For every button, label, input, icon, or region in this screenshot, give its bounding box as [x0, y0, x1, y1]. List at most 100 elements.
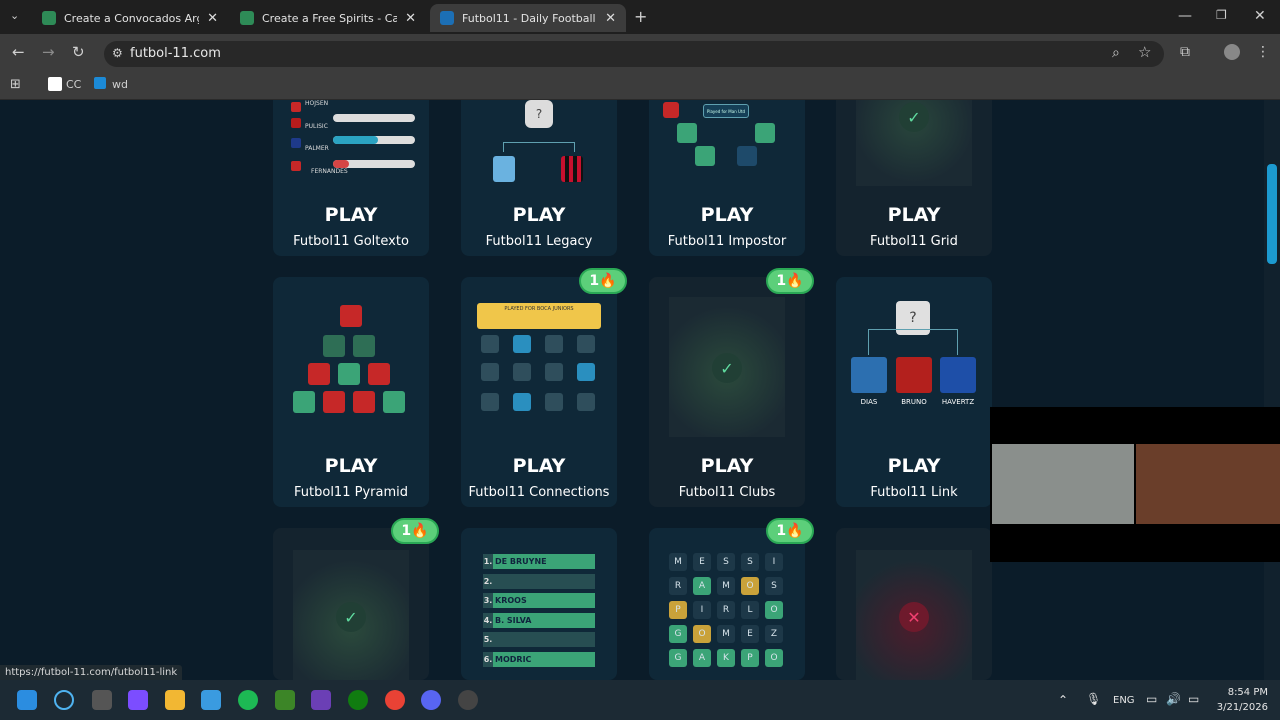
letter-tile: G	[669, 649, 687, 667]
wd-icon	[94, 77, 106, 89]
card-clubs[interactable]: ✓ PLAY Futbol11 Clubs	[649, 277, 805, 507]
new-tab-icon[interactable]: +	[634, 9, 647, 25]
play-label: PLAY	[324, 455, 378, 477]
close-window-icon[interactable]: ✕	[1254, 9, 1266, 23]
card-connections[interactable]: PLAYED FOR BOCA JUNIORS PLAY Futbol11 Co…	[461, 277, 617, 507]
apps-icon[interactable]: ⊞	[10, 78, 21, 91]
letter-tile: L	[741, 601, 759, 619]
letter-tile: Z	[765, 625, 783, 643]
player-avatar	[755, 123, 775, 143]
store-icon[interactable]	[201, 690, 221, 710]
microphone-icon[interactable]: 🎙	[1086, 692, 1101, 706]
profile-avatar[interactable]	[1224, 44, 1240, 60]
clock-time[interactable]: 8:54 PM	[1224, 687, 1268, 698]
letter-tile: M	[669, 553, 687, 571]
address-bar[interactable]: ⚙ futbol-11.com	[104, 41, 1164, 67]
streak-badge: 1🔥	[766, 268, 814, 294]
card-impostor[interactable]: Played for Man Utd PLAY Futbol11 Imposto…	[649, 100, 805, 256]
connections-banner: PLAYED FOR BOCA JUNIORS	[477, 303, 601, 329]
player-label: HOJSEN	[305, 100, 329, 107]
card-goltexto[interactable]: HOJSEN PULISIC PALMER FERNANDES PLAY Fut…	[273, 100, 429, 256]
spotify-icon[interactable]	[238, 690, 258, 710]
letter-tile: E	[741, 625, 759, 643]
bookmark-cc[interactable]: CC	[66, 79, 81, 90]
card-legacy[interactable]: ? PLAY Futbol11 Legacy	[461, 100, 617, 256]
game-title: Futbol11 Impostor	[667, 234, 787, 249]
search-icon[interactable]	[54, 690, 74, 710]
reload-icon[interactable]: ↻	[72, 45, 85, 60]
rank-number: 3.	[483, 593, 493, 608]
site-info-icon[interactable]: ⚙	[112, 47, 123, 59]
page-scrollbar[interactable]	[1264, 100, 1280, 680]
page-content: HOJSEN PULISIC PALMER FERNANDES PLAY Fut…	[0, 100, 1264, 680]
minecraft-icon[interactable]	[275, 690, 295, 710]
close-icon[interactable]: ✕	[405, 11, 416, 26]
volume-icon[interactable]: 🔊	[1166, 692, 1181, 706]
language-indicator[interactable]: ENG	[1113, 695, 1135, 706]
menu-icon[interactable]: ⋮	[1256, 45, 1270, 59]
bookmark-star-icon[interactable]: ☆	[1138, 45, 1151, 60]
bookmark-wd[interactable]: wd	[112, 79, 128, 90]
letter-tile: O	[693, 625, 711, 643]
game-title: Futbol11 Goltexto	[293, 234, 409, 249]
clock-date[interactable]: 3/21/2026	[1212, 702, 1268, 713]
player-label: PALMER	[305, 145, 329, 152]
tab-title: Create a Free Spirits - Ca7riel y P	[262, 11, 398, 25]
steam-icon[interactable]	[458, 690, 478, 710]
play-label: PLAY	[700, 455, 754, 477]
play-label: PLAY	[887, 455, 941, 477]
rank-name: B. SILVA	[495, 616, 532, 625]
file-explorer-icon[interactable]	[165, 690, 185, 710]
task-view-icon[interactable]	[92, 690, 112, 710]
minimize-icon[interactable]: —	[1178, 9, 1192, 23]
card-row3-1[interactable]: ✓	[273, 528, 429, 680]
discord-icon[interactable]	[421, 690, 441, 710]
tray-overflow-icon[interactable]: ⌃	[1058, 693, 1068, 707]
player-avatar	[695, 146, 715, 166]
chrome-icon[interactable]	[385, 690, 405, 710]
letter-tile: M	[717, 577, 735, 595]
xbox-icon[interactable]	[348, 690, 368, 710]
copilot-icon[interactable]	[128, 690, 148, 710]
card-pyramid[interactable]: PLAY Futbol11 Pyramid	[273, 277, 429, 507]
zoom-icon[interactable]: ⌕	[1112, 46, 1120, 60]
tab-futbol11[interactable]: Futbol11 - Daily Football Games ✕	[430, 4, 626, 32]
card-grid[interactable]: ✓ PLAY Futbol11 Grid	[836, 100, 992, 256]
letter-tile: S	[765, 577, 783, 595]
card-row3-3[interactable]: MESSIRAMOSPIRLOGOMEZGAKPO	[649, 528, 805, 680]
webcam-feed-left	[992, 444, 1134, 524]
letter-tile: R	[669, 577, 687, 595]
play-label: PLAY	[512, 204, 566, 226]
game-title: Futbol11 Connections	[468, 485, 610, 500]
extensions-icon[interactable]: ⧉	[1180, 45, 1190, 59]
streak-badge: 1🔥	[579, 268, 627, 294]
windows-start-icon[interactable]	[17, 690, 37, 710]
battery-icon[interactable]: ▭	[1188, 692, 1199, 706]
player-avatar	[896, 357, 932, 393]
forward-icon[interactable]: →	[42, 45, 55, 60]
rank-name: KROOS	[495, 596, 527, 605]
completed-check-icon: ✓	[899, 102, 929, 132]
back-icon[interactable]: ←	[12, 45, 25, 60]
close-icon[interactable]: ✕	[207, 11, 218, 26]
player-name: DIAS	[860, 398, 878, 406]
tab-search-icon[interactable]: ⌄	[10, 10, 19, 21]
scrollbar-thumb[interactable]	[1267, 164, 1277, 264]
letter-tile: O	[765, 649, 783, 667]
network-icon[interactable]: ▭	[1146, 692, 1157, 706]
tab-free-spirits[interactable]: Create a Free Spirits - Ca7riel y P ✕	[230, 4, 426, 32]
letter-tile: R	[717, 601, 735, 619]
tab-convocados[interactable]: Create a Convocados Argentina ✕	[32, 4, 228, 32]
card-row3-2[interactable]: 1. DE BRUYNE 2. 3. KROOS 4. B. SILVA 5. 6. M…	[461, 528, 617, 680]
maximize-icon[interactable]: ❐	[1216, 9, 1227, 21]
game-title: Futbol11 Grid	[870, 234, 958, 249]
webcam-feed-right	[1136, 444, 1280, 524]
letter-tile: O	[765, 601, 783, 619]
letter-tile: P	[669, 601, 687, 619]
goltexto-preview: HOJSEN PULISIC PALMER FERNANDES	[273, 100, 429, 191]
close-icon[interactable]: ✕	[605, 11, 616, 26]
grid-preview: ✓	[836, 100, 992, 191]
card-link[interactable]: ? DIAS BRUNO HAVERTZ PLAY Futbol11 Link	[836, 277, 992, 507]
card-row3-4[interactable]: ✕	[836, 528, 992, 680]
obs-icon[interactable]	[311, 690, 331, 710]
